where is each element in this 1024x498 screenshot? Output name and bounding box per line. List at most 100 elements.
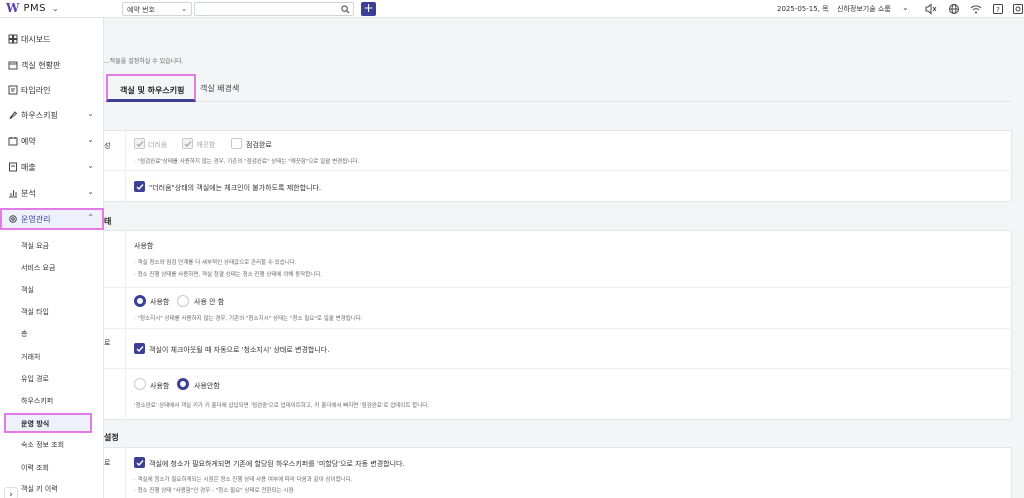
sidebar-subitem[interactable]: 객실 요금 — [0, 237, 104, 255]
chevron-down-icon[interactable]: ⌄ — [52, 4, 59, 13]
search-icon[interactable] — [341, 5, 350, 14]
checkbox-unassign-housekeeper[interactable] — [134, 457, 145, 468]
chevron-down-icon: ⌄ — [181, 5, 187, 13]
chevron-down-icon: ⌄ — [87, 135, 94, 144]
search-input[interactable] — [194, 2, 354, 16]
row-label: 성 — [104, 142, 111, 150]
help-note: · 청소 진행 상태를 사용하면, 객실 청결 상태는 청소 진행 상태에 의해… — [134, 272, 323, 278]
check-icon — [136, 346, 144, 353]
radio-key-not-use[interactable] — [177, 378, 189, 390]
sidebar-subitem[interactable]: 거래처 — [0, 348, 104, 366]
sidebar-collapse-button[interactable]: › — [4, 487, 18, 498]
divider — [125, 130, 126, 202]
search-type-select[interactable]: 예약 번호 ⌄ — [122, 2, 192, 16]
chevron-down-icon: ⌄ — [87, 187, 94, 196]
sidebar-subitem-active[interactable]: 운영 방식 — [4, 413, 92, 433]
sidebar-item-operations[interactable]: 운영관리 ⌃ — [0, 208, 104, 230]
sidebar-item-room-status[interactable]: 객실 현황판 — [0, 56, 104, 74]
app-logo[interactable]: W PMS ⌄ — [6, 1, 59, 15]
radio-use[interactable] — [134, 295, 146, 307]
current-date: 2025-05-15, 목 — [777, 5, 829, 13]
sidebar: 대시보드 객실 현황판 타임라인 하우스키핑 ⌄ 예약 ⌄ 매출 ⌄ 분석 ⌄ … — [0, 18, 104, 498]
hotel-name[interactable]: 신하정보기술 쇼룸 — [837, 4, 891, 14]
sidebar-subitem[interactable]: 유입 경로 — [0, 370, 104, 388]
sidebar-subitem[interactable]: 이력 조회 — [0, 459, 104, 477]
row-label: 로 — [104, 459, 111, 467]
help-note: · "청소지시" 상태를 사용하지 않는 경우, 기존의 "청소지시" 상태는 … — [134, 316, 363, 322]
help-note: · 객실 청소와 점검 단계를 더 세부적인 상태값으로 관리할 수 있습니다. — [134, 260, 297, 266]
check-icon — [136, 184, 144, 191]
tab-room-background[interactable]: 객실 배경색 — [200, 74, 250, 102]
row-label: 로 — [104, 339, 111, 347]
divider — [104, 328, 1012, 329]
checkbox-inspected[interactable] — [231, 138, 242, 149]
tab-room-housekeeping[interactable]: 객실 및 하우스키핑 — [106, 74, 196, 102]
sidebar-item-label: 분석 — [21, 189, 36, 198]
add-button[interactable]: + — [361, 2, 376, 16]
search-type-value: 예약 번호 — [127, 6, 155, 14]
sidebar-subitem[interactable]: 객실 타입 — [0, 303, 104, 321]
reservation-icon — [8, 137, 18, 146]
chevron-down-icon: ⌄ — [87, 109, 94, 118]
checkbox-clean[interactable] — [182, 138, 193, 149]
gear-icon — [9, 215, 17, 223]
divider — [104, 368, 1012, 369]
help-note: · 청소 진행 상태 "사용함"인 경우 : "청소 필요" 상태로 전환되는 … — [134, 488, 294, 494]
sidebar-item-label: 예약 — [21, 137, 36, 146]
timeline-icon — [8, 85, 18, 95]
radio-label: 사용안함 — [194, 382, 220, 390]
divider — [104, 170, 1012, 171]
sidebar-item-label: 객실 현황판 — [21, 61, 61, 70]
radio-label: 사용 안 함 — [194, 298, 225, 306]
radio-not-use[interactable] — [177, 295, 189, 307]
help-icon[interactable]: ? — [992, 3, 1004, 15]
sidebar-subitem[interactable]: 서비스 요금 — [0, 259, 104, 277]
checkbox-dirty[interactable] — [134, 138, 145, 149]
checkbox-label: 깨끗함 — [196, 141, 216, 149]
globe-icon[interactable] — [948, 3, 960, 15]
chevron-down-icon: ⌄ — [87, 161, 94, 170]
check-icon — [136, 460, 144, 467]
sidebar-item-housekeeping[interactable]: 하우스키핑 ⌄ — [0, 106, 104, 124]
mute-icon[interactable] — [925, 3, 937, 15]
page-description: ...작들을 설정하실 수 있습니다. — [104, 58, 184, 65]
divider — [125, 230, 126, 420]
sidebar-item-reservation[interactable]: 예약 ⌄ — [0, 132, 104, 150]
sidebar-subitem[interactable]: 숙소 정보 조회 — [0, 436, 104, 454]
chevron-up-icon: ⌃ — [87, 213, 94, 222]
checkbox-label: 점검완료 — [246, 141, 272, 149]
checkbox-auto-cleaning[interactable] — [134, 343, 145, 354]
checkbox-label: 객실이 체크아웃될 때 자동으로 '청소지시' 상태로 변경합니다. — [149, 346, 330, 354]
check-icon — [184, 141, 192, 148]
logo-mark: W — [6, 1, 20, 15]
check-icon — [136, 141, 144, 148]
sidebar-item-sales[interactable]: 매출 ⌄ — [0, 158, 104, 176]
sidebar-item-label: 매출 — [21, 163, 36, 172]
sidebar-subitem[interactable]: 층 — [0, 325, 104, 343]
divider — [104, 287, 1012, 288]
housekeeping-icon — [9, 111, 18, 120]
tab-bar: 객실 및 하우스키핑 객실 배경색 — [104, 74, 1012, 102]
divider — [125, 447, 126, 498]
sidebar-subitem[interactable]: 하우스키퍼 — [0, 392, 104, 410]
sidebar-subitem[interactable]: 객실 — [0, 281, 104, 299]
use-heading: 사용함 — [134, 242, 154, 250]
settings-icon[interactable] — [1012, 3, 1024, 15]
calendar-icon — [8, 61, 18, 70]
sidebar-item-label: 하우스키핑 — [21, 111, 58, 120]
analysis-icon — [9, 190, 17, 198]
wifi-icon[interactable] — [970, 3, 982, 15]
help-note: '청소완료' 상태에서 객실 키가 키 홀더에 삽입되면 '점검중'으로 업데이… — [134, 403, 430, 409]
sales-icon — [9, 162, 17, 172]
sidebar-item-analysis[interactable]: 분석 ⌄ — [0, 184, 104, 202]
radio-label: 사용함 — [150, 382, 170, 390]
chevron-down-icon[interactable]: ⌄ — [902, 3, 909, 12]
sidebar-item-dashboard[interactable]: 대시보드 — [0, 30, 104, 48]
checkbox-label: 객실에 청소가 필요하게되면 기존에 할당된 하우스키퍼를 '미할당'으로 자동… — [149, 460, 405, 468]
help-note: · 객실에 청소가 필요하게되는 시점은 청소 진행 상태 사용 여부에 따라 … — [134, 477, 353, 483]
sidebar-item-timeline[interactable]: 타임라인 — [0, 81, 104, 99]
sidebar-item-label: 대시보드 — [21, 35, 51, 44]
radio-key-use[interactable] — [134, 378, 146, 390]
checkbox-restrict-checkin[interactable] — [134, 181, 145, 192]
radio-label: 사용함 — [150, 298, 170, 306]
